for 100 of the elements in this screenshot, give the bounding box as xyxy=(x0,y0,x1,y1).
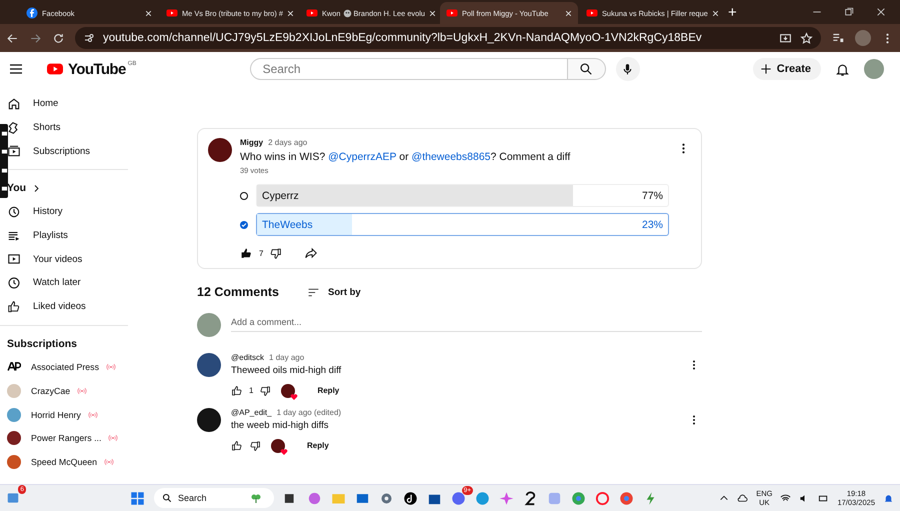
radio-button[interactable] xyxy=(240,192,248,200)
channel-name: Speed McQueen xyxy=(31,457,98,468)
channel-avatar xyxy=(7,408,21,422)
channel-name: Horrid Henry xyxy=(31,410,81,420)
poll-option[interactable]: TheWeebs 23% xyxy=(256,213,669,236)
close-icon[interactable] xyxy=(429,10,436,16)
number-two-icon[interactable] xyxy=(523,490,538,506)
sidebar-item[interactable]: Your videos xyxy=(0,247,128,272)
youtube-icon xyxy=(586,7,598,19)
taskbar-search[interactable]: Search xyxy=(154,488,274,508)
close-icon[interactable] xyxy=(145,10,152,16)
reload-icon[interactable] xyxy=(52,32,65,44)
mention-link[interactable]: @CyperrzAEP xyxy=(328,151,396,163)
heart-icon xyxy=(290,392,298,400)
sidebar-item[interactable]: History xyxy=(0,200,128,224)
sidebar-item[interactable]: Home xyxy=(0,92,128,116)
subscription-item[interactable]: Associated Press xyxy=(0,356,128,380)
sidebar-item[interactable]: Liked videos xyxy=(0,294,128,318)
address-bar[interactable]: youtube.com/channel/UCJ79y5LzE9b2XIJoLnE9bEg/community?lb=UgkxH_2KVn-NandAQMyoO-1VN2kRgCy18BEv xyxy=(75,27,821,49)
channel-avatar xyxy=(7,431,21,446)
comment-text: Theweed oils mid-high diff xyxy=(231,365,342,376)
mention-link[interactable]: @theweebs8865 xyxy=(412,151,490,163)
clock-icon xyxy=(7,276,21,290)
create-button[interactable]: Create xyxy=(752,58,821,80)
poll-option[interactable]: Cyperrz 77% xyxy=(256,184,669,207)
home-icon xyxy=(7,96,21,111)
reply-button[interactable]: Reply xyxy=(313,383,344,398)
sort-button[interactable]: Sort by xyxy=(306,286,361,298)
author-name[interactable]: Miggy xyxy=(240,138,264,147)
install-icon[interactable] xyxy=(779,32,792,44)
youtube-logo-icon[interactable] xyxy=(44,61,66,77)
channel-avatar[interactable] xyxy=(208,138,232,162)
search-field[interactable]: Search xyxy=(250,58,568,80)
thumbs-down-icon[interactable] xyxy=(269,246,282,260)
option-label: Cyperrz xyxy=(262,190,299,202)
comment-time: 1 day ago xyxy=(269,353,304,362)
commenter-avatar[interactable] xyxy=(197,353,221,377)
logo-text[interactable]: YouTube xyxy=(68,60,126,78)
start-icon[interactable] xyxy=(130,490,145,506)
commenter-name[interactable]: @AP_edit_ xyxy=(231,408,272,417)
ring-icon[interactable] xyxy=(595,490,610,506)
post-text: Who wins in WIS? @CyperrzAEP or @theweebs8865? Comment a diff xyxy=(240,151,572,163)
subscription-item[interactable]: CrazyCae xyxy=(0,379,128,403)
selected-radio[interactable] xyxy=(240,220,248,228)
sparkle-icon[interactable] xyxy=(499,490,514,506)
thumbs-up-filled-icon[interactable] xyxy=(240,246,253,260)
sidebar-item[interactable]: Playlists xyxy=(0,224,128,248)
channel-name: Power Rangers ... xyxy=(31,433,102,444)
wifi-icon[interactable] xyxy=(780,492,792,504)
check-icon xyxy=(241,222,247,228)
thumbs-up-icon[interactable] xyxy=(231,384,243,396)
chevron-right-icon xyxy=(32,184,42,193)
search-button[interactable] xyxy=(568,58,606,80)
emoji-icon xyxy=(342,8,352,18)
comment-count: 12 Comments xyxy=(197,285,279,299)
channel-name: Associated Press xyxy=(31,362,99,372)
restore-icon[interactable] xyxy=(844,7,854,17)
subscription-item[interactable]: Speed McQueen xyxy=(0,450,128,474)
share-icon[interactable] xyxy=(304,246,318,260)
thumbs-up-icon[interactable] xyxy=(231,440,243,452)
youtube-icon xyxy=(166,7,178,19)
comment-text: the weeb mid-high diffs xyxy=(231,420,330,431)
url-text: youtube.com/channel/UCJ79y5LzE9b2XIJoLnE9bEg/community?lb=UgkxH_2KVn-NandAQMyoO-1VN2kRgCy18BEv xyxy=(103,32,703,44)
section-heading: Subscriptions xyxy=(6,336,78,352)
user-avatar[interactable] xyxy=(864,59,884,79)
subscription-item[interactable]: Horrid Henry xyxy=(0,402,128,427)
plus-icon xyxy=(758,62,773,76)
commenter-avatar[interactable] xyxy=(197,408,221,432)
sidebar-item[interactable]: Shorts xyxy=(0,116,128,140)
notifications-icon[interactable] xyxy=(835,62,850,76)
close-icon[interactable] xyxy=(712,10,719,16)
reply-button[interactable]: Reply xyxy=(303,438,333,453)
close-icon[interactable] xyxy=(565,10,572,16)
sidebar-item[interactable]: Subscriptions xyxy=(0,139,128,164)
back-icon[interactable] xyxy=(6,32,19,44)
new-tab-button[interactable]: + xyxy=(728,4,737,20)
thumbs-down-icon[interactable] xyxy=(259,384,272,396)
close-icon[interactable] xyxy=(287,10,294,16)
comment-time: 1 day ago (edited) xyxy=(276,408,342,417)
commenter-name[interactable]: @editsck xyxy=(231,353,264,362)
option-label: TheWeebs xyxy=(262,218,313,230)
you-section-link[interactable]: You xyxy=(0,176,128,200)
subscription-item[interactable]: Power Rangers ... xyxy=(0,426,128,450)
youtube-icon xyxy=(306,7,318,19)
voice-search-button[interactable] xyxy=(616,57,640,81)
user-avatar xyxy=(197,313,221,337)
thumbs-down-icon[interactable] xyxy=(249,440,261,452)
extensions-icon[interactable] xyxy=(831,31,845,45)
option-percent: 77% xyxy=(642,190,663,202)
site-settings-icon xyxy=(83,32,95,44)
notification-bell-icon[interactable] xyxy=(883,492,894,504)
forward-icon[interactable] xyxy=(29,32,42,44)
bookmark-star-icon[interactable] xyxy=(800,32,813,44)
sidebar-item[interactable]: Watch later xyxy=(0,271,128,295)
video-icon xyxy=(7,252,21,266)
music-note-icon[interactable] xyxy=(403,490,418,506)
like-count: 7 xyxy=(259,248,264,258)
cloud-icon[interactable] xyxy=(737,492,748,504)
close-icon[interactable] xyxy=(876,7,886,17)
like-count: 1 xyxy=(249,386,254,395)
